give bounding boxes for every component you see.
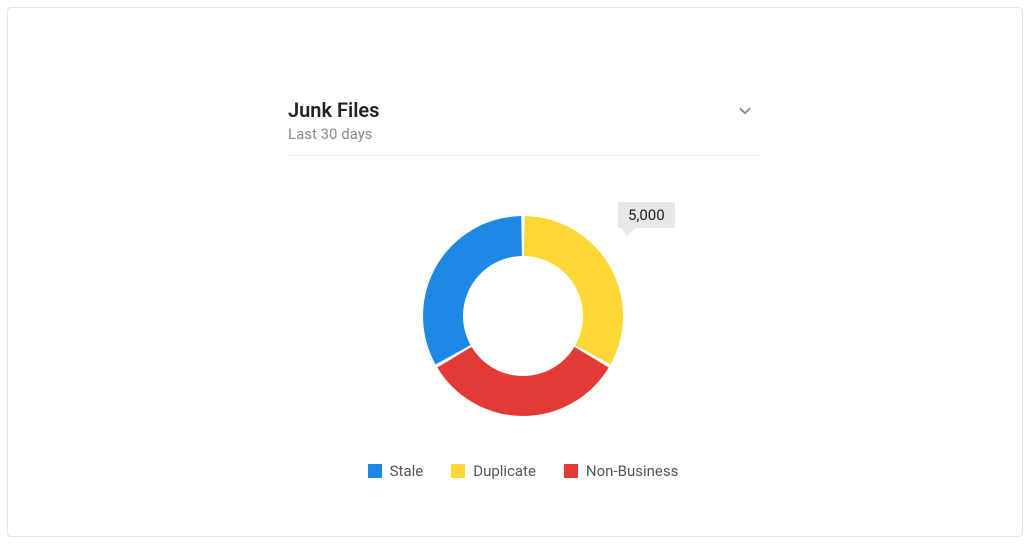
- donut-chart: 5,000: [288, 186, 758, 446]
- legend-item-non-business[interactable]: Non-Business: [564, 462, 678, 480]
- donut-slice-stale[interactable]: [423, 216, 522, 364]
- legend-label: Stale: [390, 462, 424, 480]
- legend-swatch: [564, 464, 578, 478]
- tooltip-value: 5,000: [628, 206, 665, 224]
- widget-content: Junk Files Last 30 days 5,000 Stale: [288, 98, 758, 480]
- widget-title: Junk Files: [288, 98, 379, 122]
- legend-label: Duplicate: [473, 462, 536, 480]
- chart-panel: Junk Files Last 30 days 5,000 Stale: [7, 7, 1023, 537]
- widget-subtitle: Last 30 days: [288, 125, 379, 143]
- chevron-down-icon[interactable]: [732, 98, 758, 128]
- donut-slice-non-business[interactable]: [437, 347, 608, 416]
- widget-header: Junk Files Last 30 days: [288, 98, 758, 156]
- legend-swatch: [451, 464, 465, 478]
- legend-item-duplicate[interactable]: Duplicate: [451, 462, 536, 480]
- chart-tooltip: 5,000: [618, 202, 675, 228]
- chart-legend: Stale Duplicate Non-Business: [288, 462, 758, 480]
- widget-titles: Junk Files Last 30 days: [288, 98, 379, 143]
- tooltip-tail: [619, 228, 636, 236]
- donut-svg: [413, 206, 633, 426]
- legend-swatch: [368, 464, 382, 478]
- legend-item-stale[interactable]: Stale: [368, 462, 424, 480]
- legend-label: Non-Business: [586, 462, 678, 480]
- donut-slice-duplicate[interactable]: [524, 216, 623, 364]
